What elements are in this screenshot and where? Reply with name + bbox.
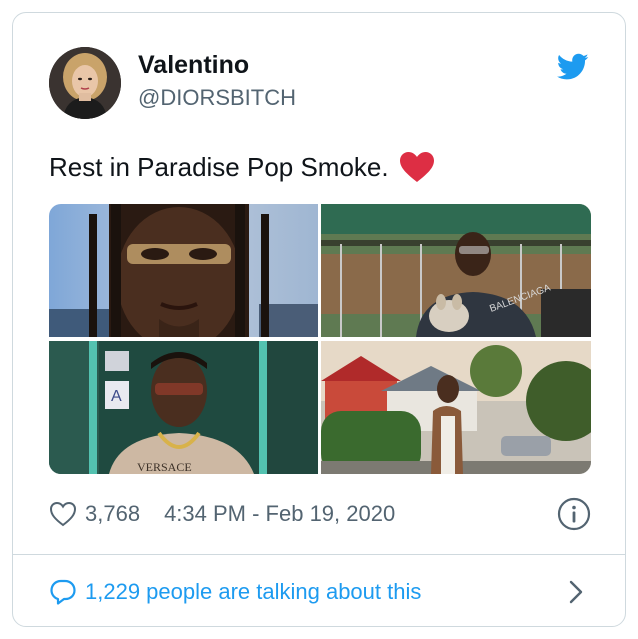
avatar[interactable] [49,47,121,119]
conversation-link[interactable]: 1,229 people are talking about this [49,573,591,611]
media-grid[interactable]: BALENCIAGA A VERSACE [49,204,591,474]
photo-bottom-left[interactable]: A VERSACE [49,341,318,474]
red-heart-icon [399,152,434,182]
talking-label[interactable]: 1,229 people are talking about this [85,579,421,605]
like-count[interactable]: 3,768 [85,501,140,527]
author-handle[interactable]: @DIORSBITCH [138,85,296,111]
timestamp[interactable]: 4:34 PM - Feb 19, 2020 [164,501,395,527]
svg-text:A: A [111,388,122,405]
heart-outline-icon[interactable] [49,501,77,527]
tweet-card[interactable]: Valentino @DIORSBITCH Rest in Paradise P… [12,12,626,627]
photo-bottom-right[interactable] [321,341,591,474]
divider [13,554,625,555]
svg-text:VERSACE: VERSACE [137,460,192,474]
tweet-text: Rest in Paradise Pop Smoke. [49,151,389,182]
author-name[interactable]: Valentino [138,51,249,80]
tweet-text-row: Rest in Paradise Pop Smoke. [49,151,435,183]
tweet-meta: 3,768 4:34 PM - Feb 19, 2020 [49,497,591,531]
photo-top-right[interactable]: BALENCIAGA [321,204,591,337]
info-icon[interactable] [557,497,591,531]
photo-top-left[interactable] [49,204,318,337]
twitter-bird-icon[interactable] [557,53,589,81]
chevron-right-icon[interactable] [567,579,585,605]
speech-bubble-icon [50,579,76,605]
